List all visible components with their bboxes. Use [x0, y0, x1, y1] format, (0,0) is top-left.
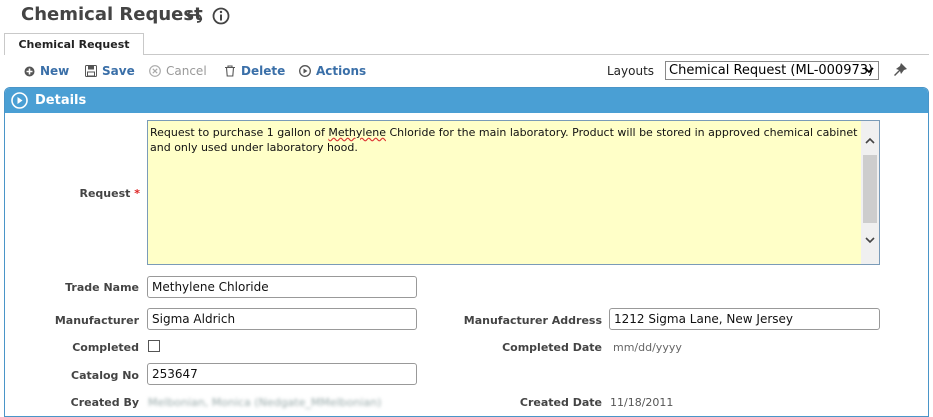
cancel-button-label: Cancel	[166, 64, 207, 78]
layouts-select[interactable]: Chemical Request (ML-000973)	[665, 61, 879, 80]
delete-button-label: Delete	[241, 64, 286, 78]
completed-label: Completed	[72, 341, 139, 354]
trade-name-field[interactable]: Methylene Chloride	[147, 276, 417, 298]
tab-chemical-request[interactable]: Chemical Request	[4, 33, 144, 55]
manufacturer-address-field[interactable]: 1212 Sigma Lane, New Jersey	[609, 308, 880, 330]
layouts-select-value: Chemical Request (ML-000973)	[669, 63, 874, 78]
page-title: Chemical Request	[21, 4, 203, 25]
scroll-up-icon[interactable]	[865, 137, 875, 145]
completed-checkbox[interactable]	[148, 340, 160, 352]
required-marker: *	[134, 187, 140, 200]
layouts-label: Layouts	[607, 64, 655, 78]
created-by-label: Created By	[70, 396, 139, 409]
back-arrow-icon[interactable]	[185, 7, 203, 25]
new-button[interactable]: New	[24, 64, 69, 78]
created-date-label: Created Date	[519, 396, 602, 409]
floppy-icon	[85, 65, 97, 77]
request-text: Request to purchase 1 gallon of Methylen…	[150, 125, 860, 155]
actions-button[interactable]: Actions	[299, 64, 366, 78]
save-button[interactable]: Save	[85, 64, 135, 78]
tab-divider	[144, 54, 929, 55]
manufacturer-label: Manufacturer	[54, 314, 139, 327]
actions-button-label: Actions	[316, 64, 367, 78]
save-button-label: Save	[102, 64, 135, 78]
trash-icon	[225, 65, 235, 77]
spellcheck-word: Methylene	[328, 126, 386, 139]
completed-date-label: Completed Date	[502, 341, 602, 354]
created-by-value: Melbonian, Monica (Nedgate_MMelbonian)	[148, 396, 382, 409]
catalog-no-label: Catalog No	[71, 369, 139, 382]
new-button-label: New	[40, 64, 70, 78]
request-textarea[interactable]: Request to purchase 1 gallon of Methylen…	[147, 120, 880, 265]
manufacturer-address-label: Manufacturer Address	[463, 314, 602, 327]
request-label-text: Request	[79, 187, 131, 200]
scroll-down-icon[interactable]	[865, 236, 875, 244]
manufacturer-field[interactable]: Sigma Aldrich	[147, 308, 417, 330]
catalog-no-field[interactable]: 253647	[147, 363, 417, 385]
created-date-value: 11/18/2011	[610, 396, 674, 409]
request-text-part: Request to purchase 1 gallon of	[150, 126, 329, 139]
details-panel-header[interactable]: Details	[5, 88, 928, 113]
textarea-scrollbar[interactable]	[861, 121, 879, 264]
trade-name-label: Trade Name	[65, 281, 139, 294]
expand-icon[interactable]	[11, 92, 28, 113]
info-icon[interactable]	[212, 7, 230, 25]
completed-date-field[interactable]: mm/dd/yyyy	[613, 341, 682, 354]
scrollbar-thumb[interactable]	[863, 155, 877, 223]
play-circle-icon	[299, 65, 311, 77]
plus-icon	[24, 66, 35, 76]
cancel-button[interactable]: Cancel	[149, 64, 207, 78]
pin-icon[interactable]	[892, 62, 908, 81]
delete-button[interactable]: Delete	[224, 64, 285, 78]
cancel-circle-icon	[149, 65, 161, 77]
request-label: Request *	[30, 187, 140, 200]
details-panel-title: Details	[35, 93, 87, 108]
chevron-down-icon	[863, 64, 875, 81]
